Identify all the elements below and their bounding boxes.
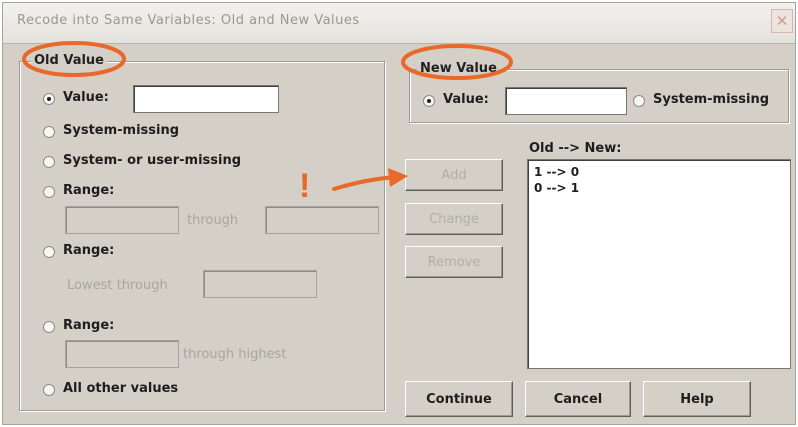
- change-button[interactable]: Change: [405, 203, 503, 235]
- range1-label: Range:: [63, 183, 115, 198]
- new-value-group-label: New Value: [417, 61, 500, 76]
- close-button[interactable]: ✕: [771, 9, 793, 33]
- mapping-list-item[interactable]: 1 --> 0: [528, 164, 790, 180]
- old-system-or-user-missing-radio[interactable]: [43, 156, 55, 168]
- new-value-label: Value:: [443, 92, 489, 107]
- recode-dialog: Recode into Same Variables: Old and New …: [2, 2, 796, 425]
- range1-through-label: through: [187, 213, 239, 228]
- range3-label: Range:: [63, 318, 115, 333]
- old-value-radio[interactable]: [43, 93, 55, 105]
- old-value-label: Value:: [63, 90, 109, 105]
- old-value-input[interactable]: [133, 85, 279, 113]
- range2-input[interactable]: [203, 270, 317, 298]
- old-system-missing-radio[interactable]: [43, 126, 55, 138]
- range3-radio[interactable]: [43, 321, 55, 333]
- new-system-missing-radio[interactable]: [633, 95, 645, 107]
- mapping-list-item[interactable]: 0 --> 1: [528, 180, 790, 196]
- new-value-input[interactable]: [505, 87, 627, 115]
- new-system-missing-label: System-missing: [653, 92, 770, 107]
- add-button[interactable]: Add: [405, 159, 503, 191]
- range1-from-input[interactable]: [65, 206, 179, 234]
- range2-label: Range:: [63, 243, 115, 258]
- mapping-list-header: Old --> New:: [529, 141, 622, 156]
- old-system-or-user-missing-label: System- or user-missing: [63, 153, 242, 168]
- all-other-values-radio[interactable]: [43, 384, 55, 396]
- cancel-button[interactable]: Cancel: [525, 381, 631, 417]
- range2-radio[interactable]: [43, 246, 55, 258]
- title-bar: Recode into Same Variables: Old and New …: [3, 3, 795, 44]
- help-button[interactable]: Help: [643, 381, 751, 417]
- range2-lowest-through-label: Lowest through: [67, 278, 168, 293]
- range1-to-input[interactable]: [265, 206, 379, 234]
- old-system-missing-label: System-missing: [63, 123, 180, 138]
- close-icon: ✕: [775, 12, 789, 30]
- mapping-list[interactable]: 1 --> 00 --> 1: [527, 159, 791, 369]
- continue-button[interactable]: Continue: [405, 381, 513, 417]
- range1-radio[interactable]: [43, 186, 55, 198]
- all-other-values-label: All other values: [63, 381, 179, 396]
- new-value-radio[interactable]: [423, 95, 435, 107]
- range3-through-highest-label: through highest: [183, 347, 287, 362]
- remove-button[interactable]: Remove: [405, 246, 503, 278]
- range3-input[interactable]: [65, 340, 179, 368]
- old-value-group-label: Old Value: [31, 53, 107, 68]
- dialog-title: Recode into Same Variables: Old and New …: [17, 13, 360, 28]
